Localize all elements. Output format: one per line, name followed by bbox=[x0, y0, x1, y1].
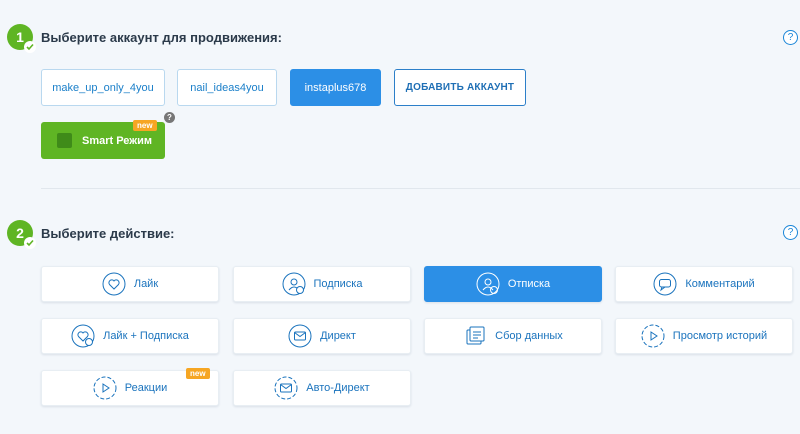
step-2-title: Выберите действие: bbox=[41, 226, 175, 241]
action-follow-button[interactable]: Подписка bbox=[233, 266, 411, 302]
play-story-icon bbox=[93, 376, 117, 400]
action-like-label: Лайк bbox=[133, 278, 159, 290]
action-direct-label: Директ bbox=[320, 330, 356, 342]
account-button-make-up[interactable]: make_up_only_4you bbox=[41, 69, 165, 106]
action-unfollow-label: Отписка bbox=[507, 278, 551, 290]
section-divider bbox=[41, 188, 800, 189]
action-follow-label: Подписка bbox=[313, 278, 363, 290]
action-auto-direct-button[interactable]: Авто-Директ bbox=[233, 370, 411, 406]
action-comment-button[interactable]: Комментарий bbox=[615, 266, 793, 302]
check-icon bbox=[24, 237, 36, 249]
action-comment-label: Комментарий bbox=[685, 278, 755, 290]
action-data-collection-label: Сбор данных bbox=[495, 330, 563, 342]
smart-mode-help-icon[interactable]: ? bbox=[164, 112, 175, 123]
check-icon bbox=[24, 41, 36, 53]
action-data-collection-button[interactable]: Сбор данных bbox=[424, 318, 602, 354]
play-story-icon bbox=[641, 324, 665, 348]
step-2-number: 2 bbox=[16, 225, 24, 241]
smart-mode-label: Smart Режим bbox=[82, 134, 152, 147]
action-like-follow-button[interactable]: Лайк + Подписка bbox=[41, 318, 219, 354]
action-direct-button[interactable]: Директ bbox=[233, 318, 411, 354]
mail-icon bbox=[288, 324, 312, 348]
account-button-nail-ideas[interactable]: nail_ideas4you bbox=[177, 69, 277, 106]
action-story-view-button[interactable]: Просмотр историй bbox=[615, 318, 793, 354]
heart-icon bbox=[102, 272, 126, 296]
data-collection-icon bbox=[463, 324, 487, 348]
action-story-view-label: Просмотр историй bbox=[672, 330, 768, 342]
action-unfollow-button[interactable]: Отписка bbox=[424, 266, 602, 302]
add-account-button[interactable]: ДОБАВИТЬ АККАУНТ bbox=[394, 69, 526, 106]
heart-add-icon bbox=[71, 324, 95, 348]
step-2-badge: 2 bbox=[7, 220, 36, 249]
step-1-number: 1 bbox=[16, 29, 24, 45]
action-reactions-label: Реакции bbox=[124, 382, 168, 394]
smart-mode-new-badge: new bbox=[133, 120, 157, 131]
user-remove-icon bbox=[476, 272, 500, 296]
comment-icon bbox=[653, 272, 677, 296]
action-like-follow-label: Лайк + Подписка bbox=[103, 330, 189, 342]
step-1-title: Выберите аккаунт для продвижения: bbox=[41, 30, 282, 45]
action-auto-direct-label: Авто-Директ bbox=[306, 382, 370, 394]
auto-mail-icon bbox=[274, 376, 298, 400]
user-add-icon bbox=[282, 272, 306, 296]
help-icon[interactable]: ? bbox=[783, 225, 798, 240]
action-like-button[interactable]: Лайк bbox=[41, 266, 219, 302]
reactions-new-badge: new bbox=[186, 368, 210, 379]
step-1-badge: 1 bbox=[7, 24, 36, 53]
help-icon[interactable]: ? bbox=[783, 30, 798, 45]
account-button-instaplus[interactable]: instaplus678 bbox=[290, 69, 381, 106]
smart-mode-checkbox[interactable] bbox=[57, 133, 72, 148]
